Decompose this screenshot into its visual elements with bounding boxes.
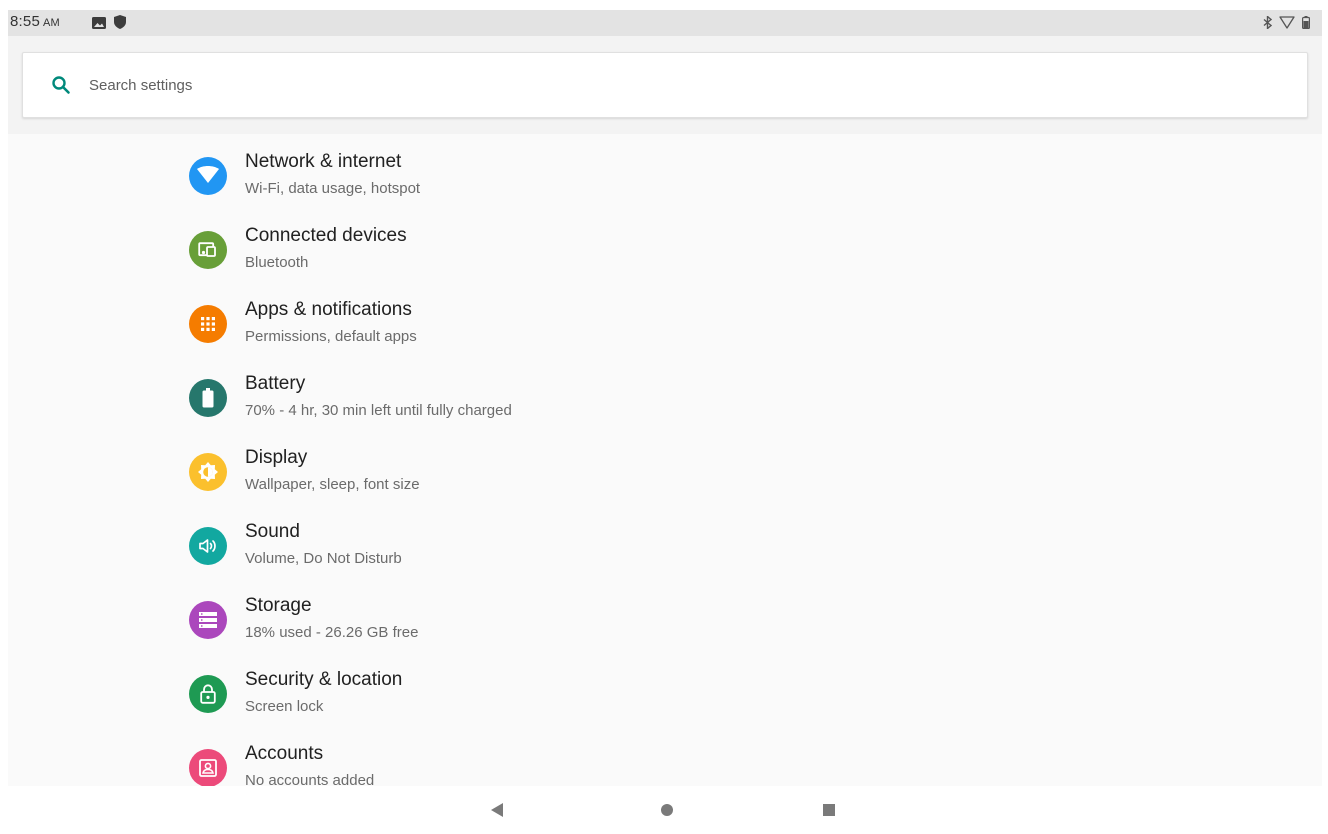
settings-item-title: Connected devices <box>245 225 407 246</box>
settings-item-battery[interactable]: Battery 70% - 4 hr, 30 min left until fu… <box>8 356 1322 430</box>
search-bar[interactable] <box>22 52 1308 118</box>
settings-item-summary: No accounts added <box>245 772 375 786</box>
settings-item-sound[interactable]: Sound Volume, Do Not Disturb <box>8 504 1322 578</box>
settings-item-summary: Screen lock <box>245 698 324 715</box>
volume-icon <box>189 527 227 565</box>
search-input[interactable] <box>89 76 1189 94</box>
settings-item-title: Storage <box>245 595 312 616</box>
settings-item-network[interactable]: Network & internet Wi-Fi, data usage, ho… <box>8 134 1322 208</box>
apps-grid-icon <box>189 305 227 343</box>
bluetooth-icon <box>1263 14 1273 34</box>
account-icon <box>189 749 227 786</box>
image-icon <box>92 16 106 34</box>
storage-icon <box>189 601 227 639</box>
settings-item-summary: Wi-Fi, data usage, hotspot <box>245 180 421 197</box>
status-bar: 8:55 AM <box>8 10 1322 36</box>
settings-item-display[interactable]: Display Wallpaper, sleep, font size <box>8 430 1322 504</box>
settings-item-summary: Volume, Do Not Disturb <box>245 550 402 567</box>
settings-list: Network & internet Wi-Fi, data usage, ho… <box>8 134 1322 786</box>
recents-icon[interactable] <box>817 798 841 822</box>
search-header <box>8 36 1322 134</box>
settings-screen: 8:55 AM Search settings Network & intern… <box>8 10 1322 786</box>
battery-icon <box>189 379 227 417</box>
devices-icon <box>189 231 227 269</box>
wifi-icon <box>1279 16 1295 34</box>
home-icon[interactable] <box>655 798 679 822</box>
settings-item-title: Apps & notifications <box>245 299 412 320</box>
status-clock: 8:55 AM <box>10 13 60 30</box>
back-icon[interactable] <box>485 798 509 822</box>
search-icon <box>51 74 73 96</box>
settings-item-storage[interactable]: Storage 18% used - 26.26 GB free <box>8 578 1322 652</box>
settings-item-apps[interactable]: Apps & notifications Permissions, defaul… <box>8 282 1322 356</box>
wifi-icon <box>189 157 227 195</box>
settings-item-title: Display <box>245 447 308 468</box>
settings-item-security[interactable]: Security & location Screen lock <box>8 652 1322 726</box>
settings-item-connected-devices[interactable]: Connected devices Bluetooth <box>8 208 1322 282</box>
settings-item-summary: Permissions, default apps <box>245 328 417 345</box>
settings-item-title: Accounts <box>245 743 324 764</box>
lock-icon <box>189 675 227 713</box>
settings-item-title: Network & internet <box>245 151 402 172</box>
settings-item-summary: Wallpaper, sleep, font size <box>245 476 420 493</box>
shield-icon <box>114 15 126 34</box>
brightness-icon <box>189 453 227 491</box>
settings-item-summary: 18% used - 26.26 GB free <box>245 624 419 641</box>
navigation-bar <box>0 786 1328 834</box>
settings-item-title: Sound <box>245 521 300 542</box>
settings-item-title: Security & location <box>245 669 403 690</box>
settings-item-title: Battery <box>245 373 306 394</box>
settings-item-accounts[interactable]: Accounts No accounts added <box>8 726 1322 786</box>
settings-item-summary: Bluetooth <box>245 254 309 271</box>
battery-icon <box>1302 16 1311 34</box>
settings-item-summary: 70% - 4 hr, 30 min left until fully char… <box>245 402 512 419</box>
